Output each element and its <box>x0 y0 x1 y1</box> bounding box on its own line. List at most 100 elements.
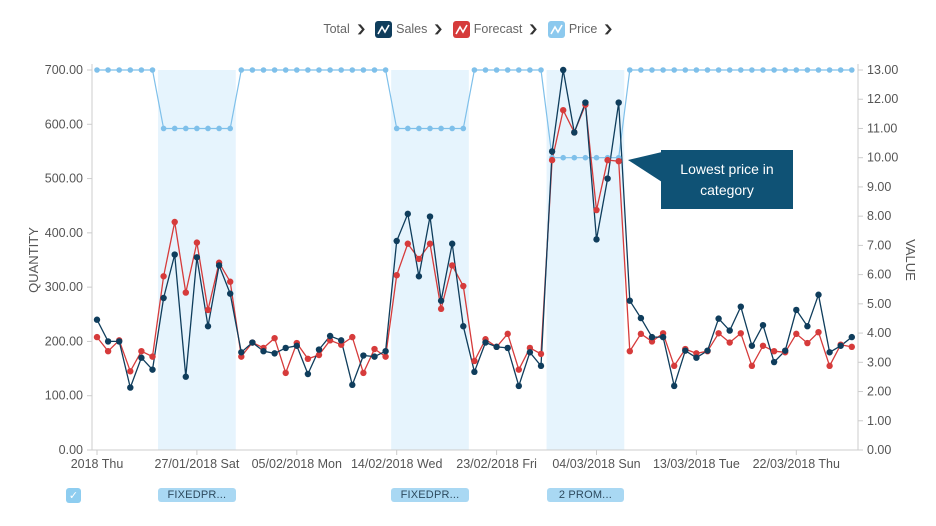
forecast-point <box>160 273 167 280</box>
forecast-point <box>449 262 456 269</box>
sales-point <box>238 349 245 356</box>
sales-point <box>415 273 423 280</box>
y-tick-label-left: 600.00 <box>45 117 83 131</box>
sales-point <box>482 339 489 346</box>
sales-point <box>793 306 800 314</box>
price-point <box>726 67 733 73</box>
sales-point <box>715 315 722 322</box>
price-point <box>593 154 600 161</box>
price-point <box>260 67 267 73</box>
sales-point <box>371 353 378 360</box>
x-tick-label: 2018 Thu <box>71 457 124 471</box>
x-tick-label: 23/02/2018 Fri <box>456 457 537 471</box>
sales-point <box>504 344 511 352</box>
forecast-point <box>304 355 312 362</box>
sales-point <box>227 290 234 297</box>
sales-point <box>593 236 600 243</box>
forecast-point <box>227 278 234 285</box>
forecast-point <box>804 339 811 347</box>
forecast-point <box>182 289 189 296</box>
sales-point <box>138 354 145 361</box>
forecast-point <box>537 350 545 358</box>
sales-point <box>693 354 700 361</box>
forecast-point <box>637 330 645 338</box>
sales-point <box>460 323 467 330</box>
y-tick-label-left: 400.00 <box>45 226 83 240</box>
forecast-point <box>715 330 722 337</box>
sales-point <box>260 348 267 355</box>
y-tick-label-right: 2.00 <box>867 385 891 399</box>
sales-point <box>149 366 156 373</box>
y-tick-label-left: 300.00 <box>45 280 83 294</box>
price-point <box>482 67 489 73</box>
price-point <box>771 67 777 73</box>
price-point <box>316 67 322 73</box>
price-point <box>815 67 822 73</box>
forecast-point <box>826 362 833 370</box>
sales-point <box>604 175 611 182</box>
price-point <box>305 67 311 73</box>
forecast-point <box>404 240 411 247</box>
y-tick-label-right: 3.00 <box>867 355 891 369</box>
sales-point <box>204 323 212 330</box>
price-point <box>160 125 167 132</box>
sales-point <box>515 382 522 390</box>
forecast-point <box>759 342 767 349</box>
promotion-tag[interactable]: FIXEDPR... <box>158 488 236 502</box>
forecast-point <box>127 368 134 375</box>
price-point <box>582 154 589 161</box>
sales-point <box>726 327 733 334</box>
sales-point <box>848 333 855 341</box>
promotions-checkbox[interactable]: ✓ <box>66 488 81 503</box>
price-point <box>393 125 400 132</box>
sales-point <box>249 339 256 346</box>
forecast-point <box>360 369 367 377</box>
sales-point <box>349 381 356 389</box>
price-point <box>649 67 655 73</box>
y-tick-label-right: 12.00 <box>867 92 898 106</box>
x-tick-label: 13/03/2018 Tue <box>653 457 740 471</box>
forecast-point <box>138 348 145 355</box>
price-point <box>349 67 356 73</box>
chart-plot: 0.00 100.00 200.00 300.00 400.00 500.00 600.00… <box>26 63 918 471</box>
price-point <box>405 125 411 132</box>
annotation-callout: Lowest price in category <box>661 150 793 209</box>
sales-point <box>471 368 478 376</box>
forecast-point <box>460 282 467 290</box>
sales-point <box>548 148 556 155</box>
price-point <box>138 67 145 73</box>
sales-point <box>160 294 167 302</box>
price-point <box>327 67 333 73</box>
y-tick-label-right: 11.00 <box>867 121 897 135</box>
sales-point <box>782 347 789 354</box>
y-tick-label-right: 1.00 <box>867 414 891 428</box>
promotion-tag[interactable]: FIXEDPR... <box>391 488 469 502</box>
price-point <box>560 154 566 161</box>
y-tick-label-right: 13.00 <box>867 63 898 77</box>
sales-point <box>393 237 400 245</box>
promotion-band <box>546 70 625 450</box>
x-tick-label: 04/03/2018 Sun <box>552 457 640 471</box>
price-point <box>837 67 844 73</box>
sales-point <box>571 129 578 136</box>
sales-point <box>437 297 445 304</box>
forecast-point <box>548 156 556 164</box>
y-tick-label-right: 6.00 <box>867 268 891 282</box>
price-point <box>704 67 711 73</box>
price-point <box>382 67 389 73</box>
y-tick-label-left: 500.00 <box>45 172 83 186</box>
x-tick-label: 22/03/2018 Thu <box>753 457 840 471</box>
price-point <box>715 67 722 73</box>
price-point <box>627 67 633 73</box>
sales-point <box>637 314 645 322</box>
promotion-tag[interactable]: 2 PROM... <box>546 488 625 502</box>
price-point <box>449 125 456 132</box>
sales-point <box>338 337 345 344</box>
sales-point <box>648 333 656 341</box>
forecast-point <box>471 357 478 365</box>
forecast-point <box>726 339 733 346</box>
sales-point <box>671 382 678 390</box>
sales-point <box>426 213 434 220</box>
sales-point <box>626 297 633 304</box>
sales-point <box>116 338 123 345</box>
